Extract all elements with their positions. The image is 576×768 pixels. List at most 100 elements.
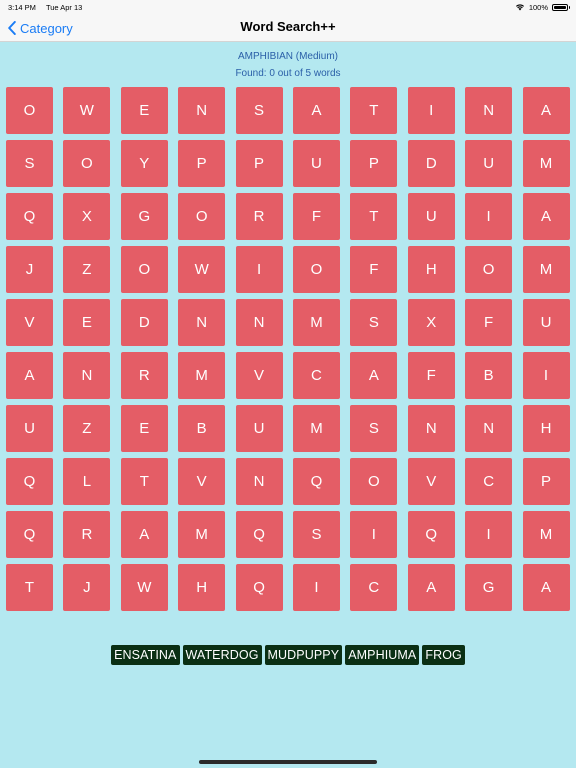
letter-cell[interactable]: E <box>120 405 168 452</box>
letter-cell[interactable]: H <box>522 405 570 452</box>
letter-cell[interactable]: I <box>407 87 455 134</box>
letter-cell[interactable]: S <box>6 140 53 187</box>
letter-cell[interactable]: N <box>178 299 226 346</box>
letter-cell[interactable]: S <box>350 405 398 452</box>
letter-cell[interactable]: U <box>6 405 53 452</box>
letter-cell[interactable]: O <box>178 193 226 240</box>
letter-cell[interactable]: W <box>178 246 226 293</box>
letter-cell[interactable]: F <box>292 193 340 240</box>
letter-cell[interactable]: F <box>407 352 455 399</box>
letter-cell[interactable]: U <box>465 140 513 187</box>
letter-cell[interactable]: W <box>63 87 111 134</box>
letter-cell[interactable]: R <box>63 511 111 558</box>
letter-cell[interactable]: U <box>292 140 340 187</box>
letter-cell[interactable]: U <box>235 405 283 452</box>
letter-cell[interactable]: V <box>6 299 53 346</box>
home-indicator[interactable] <box>199 760 377 764</box>
letter-cell[interactable]: O <box>292 246 340 293</box>
letter-cell[interactable]: I <box>465 193 513 240</box>
letter-cell[interactable]: F <box>350 246 398 293</box>
letter-cell[interactable]: A <box>350 352 398 399</box>
letter-cell[interactable]: N <box>465 405 513 452</box>
letter-cell[interactable]: P <box>178 140 226 187</box>
letter-cell[interactable]: A <box>120 511 168 558</box>
letter-cell[interactable]: T <box>350 193 398 240</box>
letter-cell[interactable]: X <box>407 299 455 346</box>
letter-cell[interactable]: M <box>178 511 226 558</box>
letter-cell[interactable]: O <box>350 458 398 505</box>
letter-cell[interactable]: N <box>178 87 226 134</box>
letter-cell[interactable]: S <box>235 87 283 134</box>
letter-cell[interactable]: H <box>178 564 226 611</box>
letter-cell[interactable]: Q <box>235 564 283 611</box>
letter-cell[interactable]: I <box>350 511 398 558</box>
letter-cell[interactable]: W <box>120 564 168 611</box>
letter-cell[interactable]: T <box>120 458 168 505</box>
letter-cell[interactable]: N <box>235 299 283 346</box>
letter-cell[interactable]: E <box>120 87 168 134</box>
letter-cell[interactable]: M <box>522 511 570 558</box>
letter-cell[interactable]: I <box>292 564 340 611</box>
letter-cell[interactable]: T <box>6 564 53 611</box>
letter-cell[interactable]: Q <box>6 193 53 240</box>
letter-cell[interactable]: S <box>350 299 398 346</box>
letter-cell[interactable]: A <box>407 564 455 611</box>
letter-cell[interactable]: M <box>292 405 340 452</box>
letter-cell[interactable]: G <box>465 564 513 611</box>
letter-cell[interactable]: R <box>235 193 283 240</box>
letter-cell[interactable]: C <box>350 564 398 611</box>
letter-cell[interactable]: O <box>63 140 111 187</box>
letter-cell[interactable]: U <box>522 299 570 346</box>
letter-cell[interactable]: Y <box>120 140 168 187</box>
letter-cell[interactable]: I <box>522 352 570 399</box>
letter-cell[interactable]: D <box>407 140 455 187</box>
letter-cell[interactable]: J <box>6 246 53 293</box>
letter-cell[interactable]: U <box>407 193 455 240</box>
letter-cell[interactable]: T <box>350 87 398 134</box>
letter-cell[interactable]: P <box>235 140 283 187</box>
letter-cell[interactable]: J <box>63 564 111 611</box>
letter-cell[interactable]: M <box>292 299 340 346</box>
letter-cell[interactable]: A <box>522 87 570 134</box>
letter-cell[interactable]: B <box>465 352 513 399</box>
letter-cell[interactable]: Z <box>63 405 111 452</box>
letter-cell[interactable]: N <box>235 458 283 505</box>
letter-cell[interactable]: A <box>6 352 53 399</box>
letter-cell[interactable]: D <box>120 299 168 346</box>
letter-cell[interactable]: Z <box>63 246 111 293</box>
letter-cell[interactable]: A <box>522 193 570 240</box>
letter-cell[interactable]: L <box>63 458 111 505</box>
letter-cell[interactable]: C <box>465 458 513 505</box>
letter-cell[interactable]: E <box>63 299 111 346</box>
letter-cell[interactable]: R <box>120 352 168 399</box>
letter-cell[interactable]: P <box>522 458 570 505</box>
letter-cell[interactable]: Q <box>407 511 455 558</box>
letter-cell[interactable]: V <box>178 458 226 505</box>
letter-cell[interactable]: I <box>235 246 283 293</box>
letter-cell[interactable]: I <box>465 511 513 558</box>
letter-cell[interactable]: F <box>465 299 513 346</box>
letter-cell[interactable]: P <box>350 140 398 187</box>
letter-cell[interactable]: N <box>407 405 455 452</box>
letter-cell[interactable]: A <box>292 87 340 134</box>
letter-cell[interactable]: M <box>522 246 570 293</box>
letter-cell[interactable]: Q <box>6 511 53 558</box>
letter-cell[interactable]: Q <box>6 458 53 505</box>
letter-cell[interactable]: H <box>407 246 455 293</box>
letter-cell[interactable]: O <box>6 87 53 134</box>
letter-cell[interactable]: N <box>465 87 513 134</box>
letter-cell[interactable]: M <box>178 352 226 399</box>
letter-cell[interactable]: N <box>63 352 111 399</box>
letter-cell[interactable]: O <box>465 246 513 293</box>
letter-cell[interactable]: O <box>120 246 168 293</box>
letter-cell[interactable]: S <box>292 511 340 558</box>
letter-cell[interactable]: B <box>178 405 226 452</box>
letter-cell[interactable]: Q <box>235 511 283 558</box>
letter-cell[interactable]: X <box>63 193 111 240</box>
letter-cell[interactable]: C <box>292 352 340 399</box>
letter-cell[interactable]: G <box>120 193 168 240</box>
letter-cell[interactable]: A <box>522 564 570 611</box>
letter-cell[interactable]: V <box>407 458 455 505</box>
letter-cell[interactable]: M <box>522 140 570 187</box>
letter-cell[interactable]: V <box>235 352 283 399</box>
